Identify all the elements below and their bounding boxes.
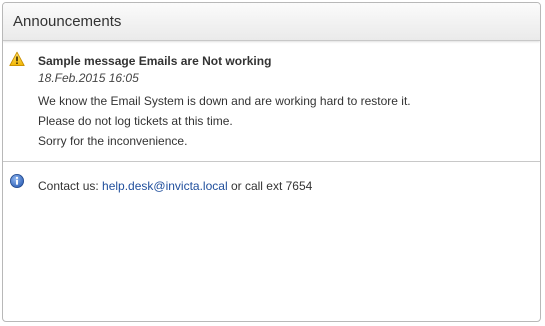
contact-prefix: Contact us:	[38, 179, 103, 193]
announcement-line: Please do not log tickets at this time.	[38, 114, 233, 128]
panel-title: Announcements	[13, 13, 122, 30]
announcement-date: 18.Feb.2015 16:05	[38, 71, 139, 85]
contact-email-link[interactable]: help.desk@invicta.local	[102, 179, 228, 193]
announcement-body: We know the Email System is down and are…	[38, 91, 540, 151]
announcement-line: Sorry for the inconvenience.	[38, 134, 188, 148]
announcement-line: We know the Email System is down and are…	[38, 94, 411, 108]
announcement-title: Sample message Emails are Not working	[38, 54, 272, 68]
contact-suffix: or call ext 7654	[227, 179, 313, 193]
info-icon	[9, 173, 25, 189]
contact-text: Contact us: help.desk@invicta.local or c…	[38, 178, 540, 194]
announcement-item: Sample message Emails are Not working 18…	[3, 41, 540, 162]
warning-icon	[9, 51, 25, 67]
contact-item: Contact us: help.desk@invicta.local or c…	[3, 162, 540, 204]
panel-header: Announcements	[3, 3, 540, 41]
announcements-panel: Announcements Sample message Emails are …	[2, 2, 541, 322]
